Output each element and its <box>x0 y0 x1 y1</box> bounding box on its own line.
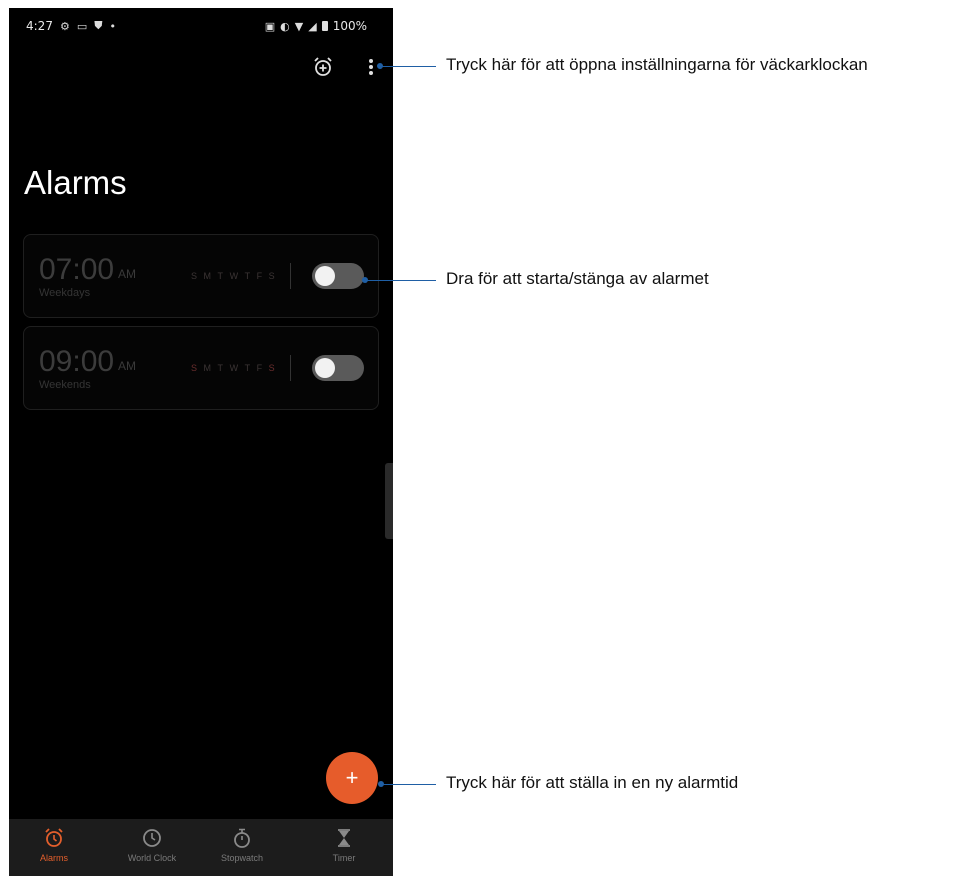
status-time: 4:27 <box>26 19 53 33</box>
day-label: S <box>191 271 200 281</box>
signal-icon: ◢ <box>308 19 317 33</box>
day-label: T <box>244 271 253 281</box>
alarm-add-icon[interactable] <box>312 56 334 78</box>
alarm-label: Weekends <box>39 379 91 391</box>
alarm-time: 07:00 <box>39 253 115 286</box>
callout-line <box>367 280 436 281</box>
tab-alarms[interactable]: Alarms <box>9 827 99 863</box>
alarm-days: S M T W T F S <box>191 271 277 281</box>
more-vert-icon[interactable] <box>364 56 378 78</box>
stopwatch-icon <box>234 828 250 848</box>
day-label: T <box>217 363 226 373</box>
alarm-card[interactable]: 07:00 AM Weekdays S M T W T F S <box>23 234 379 318</box>
dot-icon: • <box>109 19 116 33</box>
day-label: W <box>229 363 241 373</box>
gear-icon: ⚙ <box>59 19 70 33</box>
day-label: W <box>229 271 241 281</box>
tab-timer[interactable]: Timer <box>299 827 389 863</box>
alarm-toggle[interactable] <box>312 355 364 381</box>
add-alarm-button[interactable]: + <box>326 752 378 804</box>
alarm-card[interactable]: 09:00 AM Weekends S M T W T F S <box>23 326 379 410</box>
wifi-icon: ▼ <box>294 19 304 33</box>
tab-label: World Clock <box>127 853 177 863</box>
alarm-toggle[interactable] <box>312 263 364 289</box>
day-label: S <box>268 271 277 281</box>
edge-panel-handle[interactable] <box>385 463 393 539</box>
alarm-days: S M T W T F S <box>191 363 277 373</box>
divider <box>290 355 291 381</box>
alarm-clock-icon <box>45 828 63 847</box>
day-label: F <box>256 363 265 373</box>
toggle-knob <box>315 266 335 286</box>
battery-icon <box>321 21 328 31</box>
day-label: T <box>217 271 226 281</box>
gallery-icon: ▭ <box>76 19 88 33</box>
day-label: M <box>203 363 214 373</box>
tab-label: Alarms <box>39 853 68 863</box>
alarm-ampm: AM <box>118 359 136 373</box>
tab-label: Timer <box>332 853 356 863</box>
tab-world-clock[interactable]: World Clock <box>107 827 197 863</box>
bottom-nav: Alarms World Clock Stopwatch Timer <box>9 819 393 876</box>
day-label: M <box>203 271 214 281</box>
day-label: T <box>244 363 253 373</box>
status-bar: 4:27 ⚙ ▭ ⛊ • ▣ ◐ ▼ ◢ 100% <box>9 8 393 44</box>
tab-stopwatch[interactable]: Stopwatch <box>197 827 287 863</box>
annotation-settings: Tryck här för att öppna inställningarna … <box>446 55 868 74</box>
annotation-new-alarm: Tryck här för att ställa in en ny alarmt… <box>446 773 739 792</box>
toggle-knob <box>315 358 335 378</box>
battery-percent: 100% <box>332 19 367 33</box>
callout-line <box>382 66 436 67</box>
day-label: F <box>256 271 265 281</box>
day-label: S <box>191 363 200 373</box>
hourglass-icon <box>338 829 350 847</box>
tab-label: Stopwatch <box>220 853 264 863</box>
alarm-time: 09:00 <box>39 345 115 378</box>
data-saver-icon: ◐ <box>280 19 290 33</box>
nfc-icon: ▣ <box>264 19 276 33</box>
alarm-label: Weekdays <box>39 287 91 299</box>
shield-icon: ⛊ <box>94 19 103 32</box>
alarm-ampm: AM <box>118 267 136 281</box>
annotation-toggle: Dra för att starta/stänga av alarmet <box>446 269 709 288</box>
clock-icon <box>143 829 161 847</box>
day-label: S <box>268 363 277 373</box>
callout-line <box>383 784 436 785</box>
divider <box>290 263 291 289</box>
phone-screen: 4:27 ⚙ ▭ ⛊ • ▣ ◐ ▼ ◢ 100% Alarms 07:00 A… <box>9 8 393 876</box>
page-title: Alarms <box>24 164 127 201</box>
